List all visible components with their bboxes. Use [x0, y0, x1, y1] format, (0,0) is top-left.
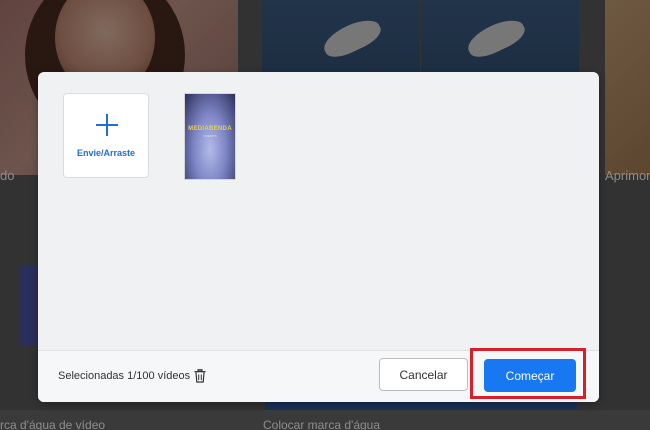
plus-icon	[96, 114, 118, 136]
thumbnail-subtitle: CREDITS	[203, 134, 217, 138]
upload-label: Envie/Arraste	[76, 148, 136, 158]
cancel-button[interactable]: Cancelar	[379, 358, 468, 391]
thumbnail-title: MEDIABENDA	[188, 126, 232, 132]
video-thumbnail[interactable]: MEDIABENDA CREDITS	[184, 93, 236, 180]
upload-button[interactable]: Envie/Arraste	[63, 93, 149, 178]
trash-icon[interactable]	[194, 368, 206, 383]
start-button-highlight	[470, 348, 586, 399]
selected-count-text: Selecionadas 1/100 vídeos	[58, 370, 191, 382]
